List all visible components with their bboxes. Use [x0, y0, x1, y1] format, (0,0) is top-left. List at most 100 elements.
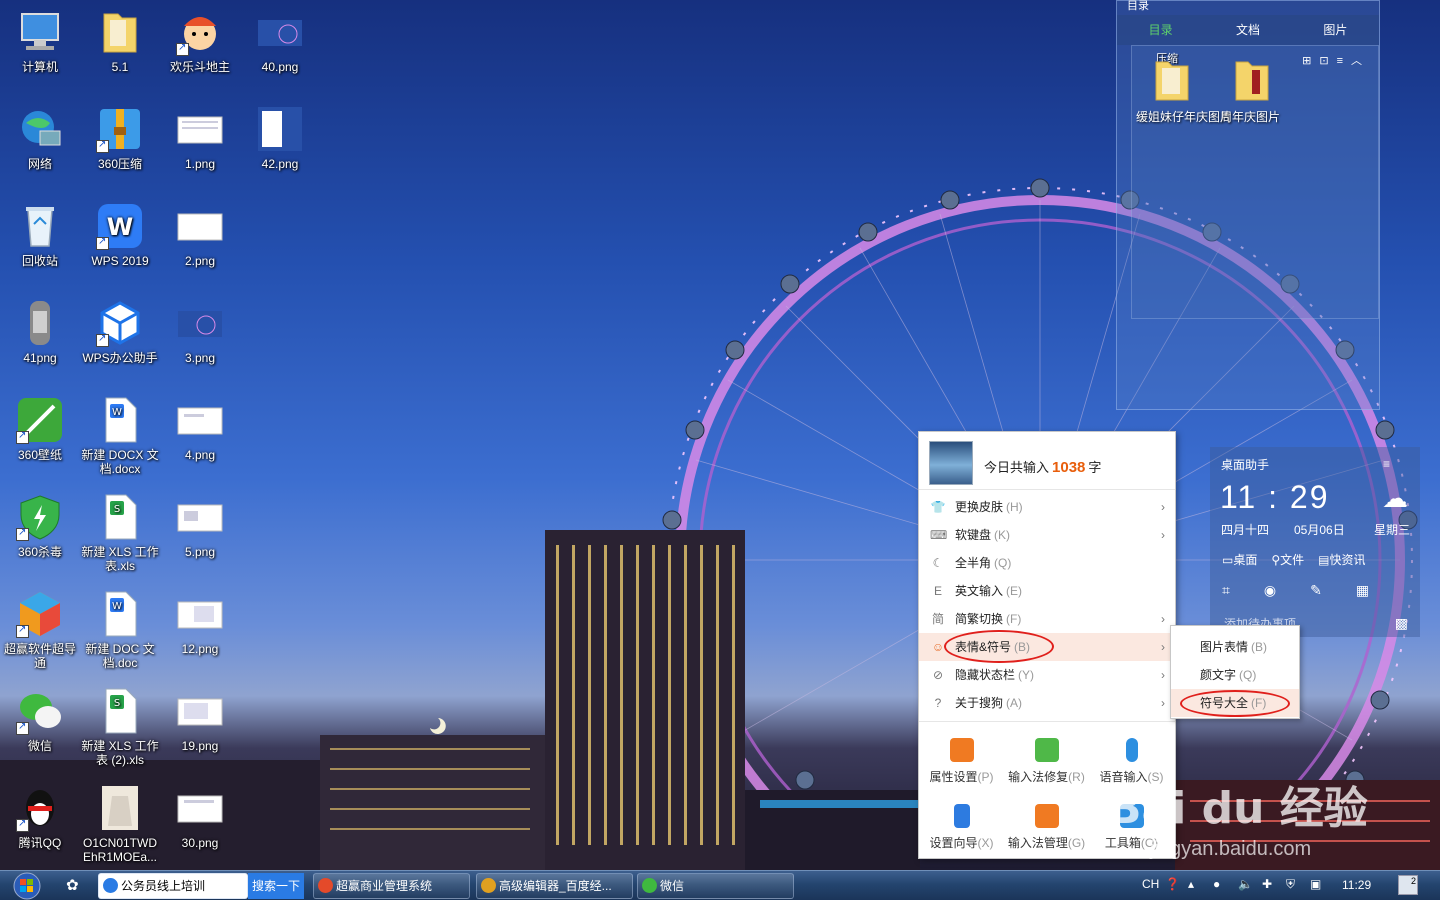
repair-kit-icon: [1034, 738, 1059, 762]
chevron-right-icon: ›: [1161, 612, 1165, 626]
desktop-icon-qq[interactable]: 腾讯QQ: [0, 784, 80, 850]
menu-item-hide-status-bar[interactable]: ⊘ 隐藏状态栏 (Y) ›: [919, 661, 1175, 689]
svg-text:S: S: [114, 698, 120, 709]
setup-wizard-button[interactable]: 设置向导(X): [919, 794, 1004, 858]
menu-item-about-sogou[interactable]: ? 关于搜狗 (A) ›: [919, 689, 1175, 717]
desktop-icon-5png[interactable]: 5.png: [160, 493, 240, 559]
helper-links: ▭桌面 ⚲文件 ▤快资讯: [1222, 551, 1366, 568]
desktop-icon-doudizhu[interactable]: 欢乐斗地主: [160, 8, 240, 74]
desktop-icon-2png[interactable]: 2.png: [160, 202, 240, 268]
property-settings-button[interactable]: 属性设置(P): [919, 728, 1004, 792]
submenu-item-image-emoji[interactable]: 图片表情 (B): [1171, 633, 1299, 661]
wechat-tray-icon[interactable]: ●: [1213, 877, 1220, 891]
desktop-icon-40png[interactable]: 40.png: [240, 8, 320, 74]
image-thumbnail-icon: [176, 493, 224, 541]
menu-item-emoji-symbols[interactable]: ☺ 表情&符号 (B) ›: [919, 633, 1175, 661]
desktop-icon-label: 新建 DOCX 文档.docx: [81, 448, 159, 476]
desktop-icon-360-wallpaper[interactable]: 360壁纸: [0, 396, 80, 462]
shield-icon: [16, 493, 64, 541]
eye-icon[interactable]: ◉: [1264, 582, 1276, 599]
desktop-link[interactable]: ▭桌面: [1222, 551, 1257, 568]
recycle-bin-icon: [16, 202, 64, 250]
news-icon: ▤: [1318, 553, 1330, 567]
menu-item-change-skin[interactable]: 👕 更换皮肤 (H) ›: [919, 493, 1175, 521]
desktop-icon-wps2019[interactable]: W WPS 2019: [80, 202, 160, 268]
desktop-icon-42png[interactable]: 42.png: [240, 105, 320, 171]
desktop-icon-computer[interactable]: 计算机: [0, 8, 80, 74]
start-button[interactable]: [6, 872, 48, 900]
baidu-jingyan-watermark: Bai du 经验: [1108, 783, 1368, 834]
desktop-icon-network[interactable]: 网络: [0, 105, 80, 171]
monitor-icon: ▭: [1222, 553, 1234, 567]
desktop-icon-19png[interactable]: 19.png: [160, 687, 240, 753]
taskbar-item-business-system[interactable]: 超赢商业管理系统: [313, 873, 470, 899]
file-search-link[interactable]: ⚲文件: [1271, 551, 1304, 568]
desktop-icon-label: 新建 DOC 文档.doc: [85, 642, 155, 670]
desktop-icon-new-xls-2[interactable]: S 新建 XLS 工作表 (2).xls: [80, 687, 160, 767]
taskbar-item-training[interactable]: 公务员线上培训: [98, 873, 248, 899]
search-button[interactable]: 搜索一下: [248, 873, 304, 899]
widget-toolbar-icons[interactable]: ⊞⊡≡︿: [1302, 52, 1370, 68]
menu-item-english-input[interactable]: E 英文输入 (E): [919, 577, 1175, 605]
tab-documents[interactable]: 文档: [1204, 15, 1291, 45]
desktop-icon-recycle-bin[interactable]: 回收站: [0, 202, 80, 268]
menu-item-full-half-width[interactable]: ☾ 全半角 (Q): [919, 549, 1175, 577]
desktop-icon-wechat[interactable]: 微信: [0, 687, 80, 753]
moon-icon: ☾: [932, 556, 944, 570]
edit-icon[interactable]: ✎: [1310, 582, 1322, 599]
chevron-right-icon: ›: [1161, 668, 1165, 682]
submenu-item-symbol-collection[interactable]: 符号大全 (F): [1171, 689, 1299, 717]
taskbar-item-baidu-editor[interactable]: 高级编辑器_百度经...: [476, 873, 633, 899]
notification-badge[interactable]: 2: [1398, 875, 1418, 895]
shield-tray-icon[interactable]: ⛨: [1286, 877, 1295, 892]
shortcut-arrow-icon: [16, 817, 29, 832]
taskbar-item-wechat[interactable]: 微信: [637, 873, 794, 899]
menu-item-simplified-traditional[interactable]: 简简繁切换 (F) ›: [919, 605, 1175, 633]
qq-penguin-icon: [16, 784, 64, 832]
calculator-icon[interactable]: ▦: [1356, 582, 1369, 599]
user-avatar[interactable]: [929, 441, 973, 485]
volume-icon[interactable]: 🔈: [1238, 877, 1253, 891]
desktop-icon-41png[interactable]: 41png: [0, 299, 80, 365]
desktop-icon-360zip[interactable]: 360压缩: [80, 105, 160, 171]
taskbar-clock[interactable]: 11:29: [1342, 878, 1371, 892]
tab-catalog[interactable]: 目录: [1117, 15, 1204, 45]
desktop-icon-new-doc[interactable]: W 新建 DOC 文档.doc: [80, 590, 160, 670]
desktop-icon-label: 5.1: [111, 60, 129, 74]
ime-manager-button[interactable]: 输入法管理(G): [1004, 794, 1089, 858]
desktop-icon-12png[interactable]: 12.png: [160, 590, 240, 656]
svg-text:W: W: [112, 601, 122, 612]
menu-item-soft-keyboard[interactable]: ⌨ 软键盘 (K) ›: [919, 521, 1175, 549]
crop-icon[interactable]: ⌗: [1222, 582, 1230, 599]
desktop-icon-wps-assistant[interactable]: WPS办公助手: [80, 299, 160, 365]
desktop-icon-folder-5-1[interactable]: 5.1: [80, 8, 160, 74]
computer-icon: [16, 8, 64, 56]
desktop-icon-chaoying[interactable]: 超赢软件超导通: [0, 590, 80, 670]
desktop-icon-label: 计算机: [21, 60, 58, 74]
desktop-icon-4png[interactable]: 4.png: [160, 396, 240, 462]
security-tray-icon[interactable]: ✚: [1262, 877, 1272, 891]
desktop-icon-30png[interactable]: 30.png: [160, 784, 240, 850]
tab-pictures[interactable]: 图片: [1292, 15, 1379, 45]
folder-icon[interactable]: [1232, 56, 1272, 102]
ime-repair-button[interactable]: 输入法修复(R): [1004, 728, 1089, 792]
pinned-app-icon[interactable]: ✿: [66, 876, 79, 894]
qr-code-icon[interactable]: ▩: [1395, 615, 1408, 632]
chevron-right-icon: ›: [1161, 528, 1165, 542]
menu-icon[interactable]: ≡: [1383, 457, 1390, 471]
desktop-icon-3png[interactable]: 3.png: [160, 299, 240, 365]
desktop-icon-360-antivirus[interactable]: 360杀毒: [0, 493, 80, 559]
folder-icon[interactable]: [1152, 56, 1192, 102]
news-link[interactable]: ▤快资讯: [1318, 551, 1365, 568]
submenu-item-kaomoji[interactable]: 颜文字 (Q): [1171, 661, 1299, 689]
tray-arrow-icon[interactable]: ▴: [1188, 877, 1194, 891]
desktop-icon-1png[interactable]: 1.png: [160, 105, 240, 171]
desktop-icon-o1cn-image[interactable]: O1CN01TWD EhR1MOEa...: [80, 784, 160, 864]
shirt-icon: 👕: [930, 500, 946, 514]
desktop-icon-new-xls[interactable]: S 新建 XLS 工作表.xls: [80, 493, 160, 573]
network-tray-icon[interactable]: ▣: [1310, 877, 1321, 891]
help-icon[interactable]: ❓: [1165, 877, 1180, 891]
ime-indicator[interactable]: CH: [1142, 877, 1159, 891]
desktop-icon-new-docx[interactable]: W 新建 DOCX 文档.docx: [80, 396, 160, 476]
desktop-icon-label: 回收站: [21, 254, 58, 268]
